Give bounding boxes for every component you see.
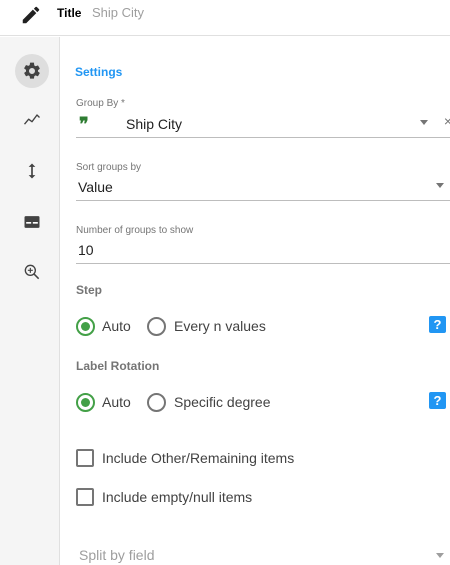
include-other-label[interactable]: Include Other/Remaining items xyxy=(102,450,294,466)
rail-settings-button[interactable] xyxy=(15,54,49,88)
group-by-label: Group By * xyxy=(76,98,125,109)
settings-section-title: Settings xyxy=(75,65,123,79)
rotation-radio-group: Auto Specific degree ? xyxy=(76,392,450,414)
group-by-select[interactable]: ❞ Ship City × xyxy=(76,112,450,138)
group-by-value: Ship City xyxy=(126,116,183,132)
settings-panel: Settings Group By * ❞ Ship City × Sort g… xyxy=(61,37,450,565)
chevron-down-icon[interactable] xyxy=(436,553,444,558)
zoom-in-icon xyxy=(24,264,40,280)
num-groups-label: Number of groups to show xyxy=(76,225,194,236)
step-heading: Step xyxy=(76,283,103,297)
card-icon xyxy=(24,216,40,228)
num-groups-input[interactable]: 10 xyxy=(76,238,450,264)
num-groups-value: 10 xyxy=(78,242,94,258)
icon-rail xyxy=(0,37,60,565)
rail-vertical-button[interactable] xyxy=(15,154,49,188)
sort-groups-label: Sort groups by xyxy=(76,162,142,173)
chevron-down-icon[interactable] xyxy=(436,183,444,188)
split-by-select[interactable]: Split by field xyxy=(76,541,450,565)
rotation-auto-radio[interactable] xyxy=(76,393,95,412)
include-empty-label[interactable]: Include empty/null items xyxy=(102,489,252,505)
rotation-specific-radio[interactable] xyxy=(147,393,166,412)
step-auto-radio[interactable] xyxy=(76,317,95,336)
rotation-auto-label[interactable]: Auto xyxy=(102,394,131,410)
trend-line-icon xyxy=(23,114,40,125)
chevron-down-icon[interactable] xyxy=(420,120,428,125)
include-other-checkbox[interactable] xyxy=(76,449,94,467)
step-every-n-label[interactable]: Every n values xyxy=(174,318,266,334)
gear-icon xyxy=(24,62,40,79)
sort-groups-select[interactable]: Value xyxy=(76,175,450,201)
step-radio-group: Auto Every n values ? xyxy=(76,316,450,338)
title-bar: Title Ship City xyxy=(0,0,450,36)
rail-trend-button[interactable] xyxy=(15,103,49,137)
quote-icon: ❞ xyxy=(79,114,89,135)
rotation-help-icon[interactable]: ? xyxy=(429,392,446,409)
include-other-row[interactable]: Include Other/Remaining items xyxy=(76,449,450,471)
label-rotation-heading: Label Rotation xyxy=(76,359,160,373)
rail-card-button[interactable] xyxy=(15,205,49,239)
step-help-icon[interactable]: ? xyxy=(429,316,446,333)
step-every-n-radio[interactable] xyxy=(147,317,166,336)
split-by-placeholder: Split by field xyxy=(79,547,155,563)
rotation-specific-label[interactable]: Specific degree xyxy=(174,394,271,410)
sort-groups-value: Value xyxy=(78,179,113,195)
title-input[interactable]: Ship City xyxy=(92,5,144,20)
pencil-icon[interactable] xyxy=(20,4,42,26)
include-empty-row[interactable]: Include empty/null items xyxy=(76,488,450,510)
rail-zoom-button[interactable] xyxy=(15,255,49,289)
include-empty-checkbox[interactable] xyxy=(76,488,94,506)
vertical-arrows-icon xyxy=(28,163,36,179)
clear-icon[interactable]: × xyxy=(444,113,450,129)
step-auto-label[interactable]: Auto xyxy=(102,318,131,334)
title-label: Title xyxy=(57,6,82,20)
